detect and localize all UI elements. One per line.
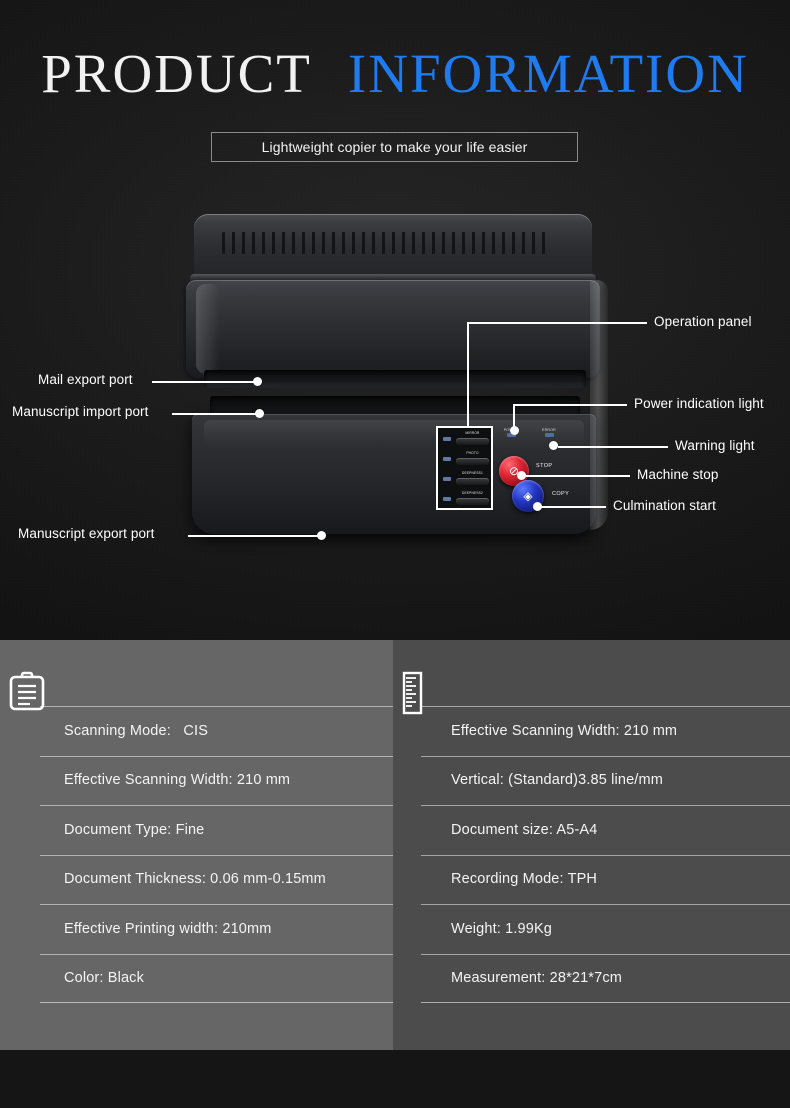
mode-button-group: MIRROR PHOTO DEEPNESS1 DEEPNESS2 — [436, 426, 493, 510]
mode-button-deepness1[interactable]: DEEPNESS1 — [441, 470, 492, 487]
leader-line-machine-stop — [525, 475, 630, 477]
spec-row: Document Type: Fine — [0, 805, 393, 855]
spec-row: Vertical: (Standard)3.85 line/mm — [393, 755, 790, 806]
error-indicator-label: ERROR — [542, 428, 556, 432]
spec-row-text: Weight: 1.99Kg — [451, 920, 552, 937]
stop-button-label: STOP — [536, 463, 553, 469]
mode-button-label: PHOTO — [466, 451, 479, 455]
mode-button-photo[interactable]: PHOTO — [441, 450, 492, 467]
machine-vent-grille — [222, 232, 552, 254]
machine-lid — [186, 280, 600, 378]
leader-dot-power-indication-light — [510, 426, 519, 435]
leader-line-mail-export-port — [152, 381, 260, 383]
spec-row-text: Effective Scanning Width: 210 mm — [451, 722, 678, 739]
spec-row: Scanning Mode: CIS — [0, 706, 393, 756]
mode-key-cap — [456, 498, 489, 505]
mode-key-cap — [456, 458, 489, 465]
leader-line-warning-light — [558, 446, 668, 448]
spec-row: Effective Scanning Width: 210 mm — [393, 706, 790, 756]
spec-row: Color: Black — [0, 953, 393, 1004]
callout-mail-export-port: Mail export port — [38, 372, 133, 387]
callout-manuscript-export-port: Manuscript export port — [18, 526, 155, 541]
callout-operation-panel: Operation panel — [654, 314, 752, 329]
page-title: PRODUCT INFORMATION — [0, 46, 790, 101]
operation-panel: MIRROR PHOTO DEEPNESS1 DEEPNESS2 ERROR ⊘… — [436, 426, 596, 522]
callout-power-indication-light: Power indication light — [634, 396, 764, 411]
subtitle-text: Lightweight copier to make your life eas… — [261, 139, 528, 155]
leader-dot-machine-stop — [517, 471, 526, 480]
product-illustration: MIRROR PHOTO DEEPNESS1 DEEPNESS2 ERROR ⊘… — [186, 214, 608, 534]
spec-column-right: Effective Scanning Width: 210 mm Vertica… — [393, 640, 790, 1050]
title-primary: PRODUCT — [41, 43, 312, 104]
spec-row: Measurement: 28*21*7cm — [393, 953, 790, 1004]
spec-row: Recording Mode: TPH — [393, 854, 790, 905]
leader-line-operation-panel-vertical — [467, 322, 469, 427]
leader-line-manuscript-export-port — [188, 535, 324, 537]
mode-key-cap — [456, 438, 489, 445]
leader-line-power-indication-light — [513, 404, 627, 406]
leader-dot-culmination-start — [533, 502, 542, 511]
spec-row-text: Effective Printing width: 210mm — [64, 920, 272, 937]
spec-row-text: Document Type: Fine — [64, 821, 205, 838]
specifications-section: Scanning Mode: CIS Effective Scanning Wi… — [0, 640, 790, 1050]
spec-row-text: Recording Mode: TPH — [451, 871, 598, 888]
leader-dot-manuscript-export-port — [317, 531, 326, 540]
spec-row: Effective Scanning Width: 210 mm — [0, 755, 393, 806]
mode-led-icon — [443, 437, 451, 441]
leader-dot-mail-export-port — [253, 377, 262, 386]
spec-row-text: Effective Scanning Width: 210 mm — [64, 772, 291, 789]
copy-button-label: COPY — [552, 491, 570, 497]
mode-led-icon — [443, 497, 451, 501]
mode-button-label: DEEPNESS1 — [462, 471, 483, 475]
callout-culmination-start: Culmination start — [613, 498, 716, 513]
mode-key-cap — [456, 478, 489, 485]
mode-button-label: MIRROR — [465, 431, 480, 435]
callout-manuscript-import-port: Manuscript import port — [12, 404, 149, 419]
callout-machine-stop: Machine stop — [637, 467, 719, 482]
spec-row: Document size: A5-A4 — [393, 805, 790, 855]
leader-line-operation-panel — [467, 322, 647, 324]
footer-band — [0, 1050, 790, 1108]
machine-lid-highlight — [196, 284, 220, 374]
leader-line-manuscript-import-port — [172, 413, 262, 415]
leader-dot-warning-light — [549, 441, 558, 450]
spec-row-text: Scanning Mode: CIS — [64, 722, 209, 739]
callout-warning-light: Warning light — [675, 438, 755, 453]
hero-section: PRODUCT INFORMATION Lightweight copier to… — [0, 0, 790, 640]
spec-row: Weight: 1.99Kg — [393, 904, 790, 954]
spec-row-text: Color: Black — [64, 970, 144, 987]
leader-dot-manuscript-import-port — [255, 409, 264, 418]
mode-button-label: DEEPNESS2 — [462, 491, 483, 495]
error-indicator: ERROR — [536, 428, 562, 437]
mode-led-icon — [443, 477, 451, 481]
title-accent: INFORMATION — [347, 43, 749, 104]
leader-line-culmination-start — [540, 506, 606, 508]
subtitle-box: Lightweight copier to make your life eas… — [211, 132, 578, 162]
spec-list-left: Scanning Mode: CIS Effective Scanning Wi… — [0, 706, 393, 1003]
mode-button-mirror[interactable]: MIRROR — [441, 430, 492, 447]
spec-row-text: Document size: A5-A4 — [451, 821, 598, 838]
mode-led-icon — [443, 457, 451, 461]
spec-column-left: Scanning Mode: CIS Effective Scanning Wi… — [0, 640, 393, 1050]
spec-row-text: Vertical: (Standard)3.85 line/mm — [451, 772, 663, 789]
error-lamp-icon — [544, 433, 554, 437]
mode-button-deepness2[interactable]: DEEPNESS2 — [441, 490, 492, 507]
spec-row: Effective Printing width: 210mm — [0, 904, 393, 954]
spec-row-text: Measurement: 28*21*7cm — [451, 970, 622, 987]
spec-row: Document Thickness: 0.06 mm-0.15mm — [0, 854, 393, 905]
spec-row-text: Document Thickness: 0.06 mm-0.15mm — [64, 871, 326, 888]
spec-list-right: Effective Scanning Width: 210 mm Vertica… — [393, 706, 790, 1003]
